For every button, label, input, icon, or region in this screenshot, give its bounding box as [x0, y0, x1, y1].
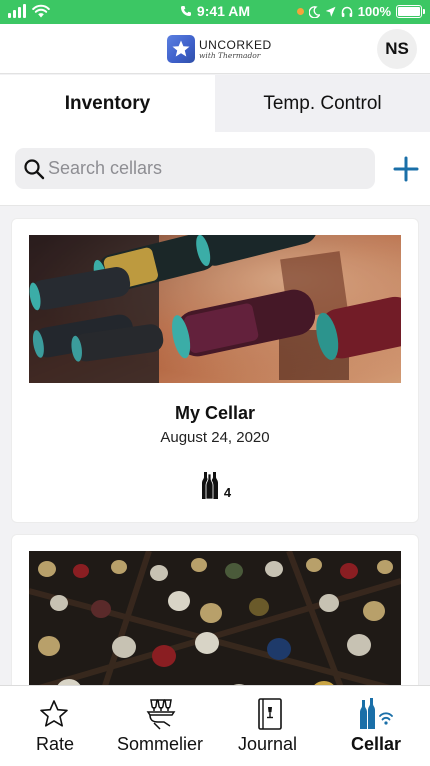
- star-icon: [36, 696, 72, 732]
- status-bar: 9:41 AM 100%: [0, 0, 430, 24]
- status-indicators-right: 100%: [296, 4, 425, 19]
- bottom-tab-bar: Rate Sommelier Journal Cellar: [0, 685, 430, 766]
- nav-item-rate[interactable]: Rate: [14, 686, 94, 766]
- status-time: 9:41 AM: [196, 3, 251, 19]
- wine-bottles-icon: [201, 472, 218, 499]
- cellar-date: August 24, 2020: [160, 429, 270, 446]
- logo-title: UNCORKED: [199, 37, 272, 52]
- location-arrow-icon: [325, 6, 336, 17]
- nav-label-rate: Rate: [36, 734, 75, 754]
- logo-star-icon: [167, 35, 195, 63]
- nav-label-journal: Journal: [238, 734, 298, 754]
- nav-label-sommelier: Sommelier: [117, 734, 204, 754]
- plus-icon: [393, 156, 419, 182]
- tab-temp-control[interactable]: Temp. Control: [215, 75, 430, 132]
- search-icon: [23, 158, 45, 180]
- nav-item-journal[interactable]: Journal: [232, 686, 312, 766]
- add-cellar-button[interactable]: [392, 155, 420, 183]
- cellar-photo: [29, 235, 401, 383]
- nav-item-sommelier[interactable]: Sommelier: [112, 686, 212, 766]
- battery-percent: 100%: [357, 4, 391, 19]
- cellar-name: My Cellar: [174, 403, 256, 423]
- logo-subtitle: with Thermador: [199, 50, 261, 60]
- battery-icon: [396, 5, 425, 18]
- phone-icon: [180, 6, 191, 16]
- cellar-card[interactable]: My Cellar August 24, 2020 4: [12, 219, 418, 522]
- segmented-tabs: Inventory Temp. Control: [0, 75, 430, 132]
- user-avatar[interactable]: NS: [377, 29, 417, 69]
- app-logo: UNCORKED with Thermador: [167, 35, 272, 63]
- search-input[interactable]: [48, 148, 368, 189]
- nav-item-cellar[interactable]: Cellar: [344, 686, 414, 766]
- sommelier-tray-icon: [143, 696, 179, 732]
- cellar-bottle-count: 4: [12, 471, 418, 499]
- nav-label-cellar: Cellar: [351, 734, 402, 754]
- cellar-bottles-wifi-icon: [358, 696, 394, 732]
- moon-icon: [308, 5, 320, 18]
- headphones-icon: [341, 6, 352, 17]
- bottle-count-value: 4: [223, 485, 232, 500]
- search-bar-row: [0, 132, 430, 206]
- app-header: UNCORKED with Thermador NS: [0, 24, 430, 74]
- tab-inventory[interactable]: Inventory: [0, 75, 215, 132]
- journal-icon: [252, 696, 288, 732]
- search-box[interactable]: [15, 148, 375, 189]
- recording-dot-icon: [296, 8, 304, 15]
